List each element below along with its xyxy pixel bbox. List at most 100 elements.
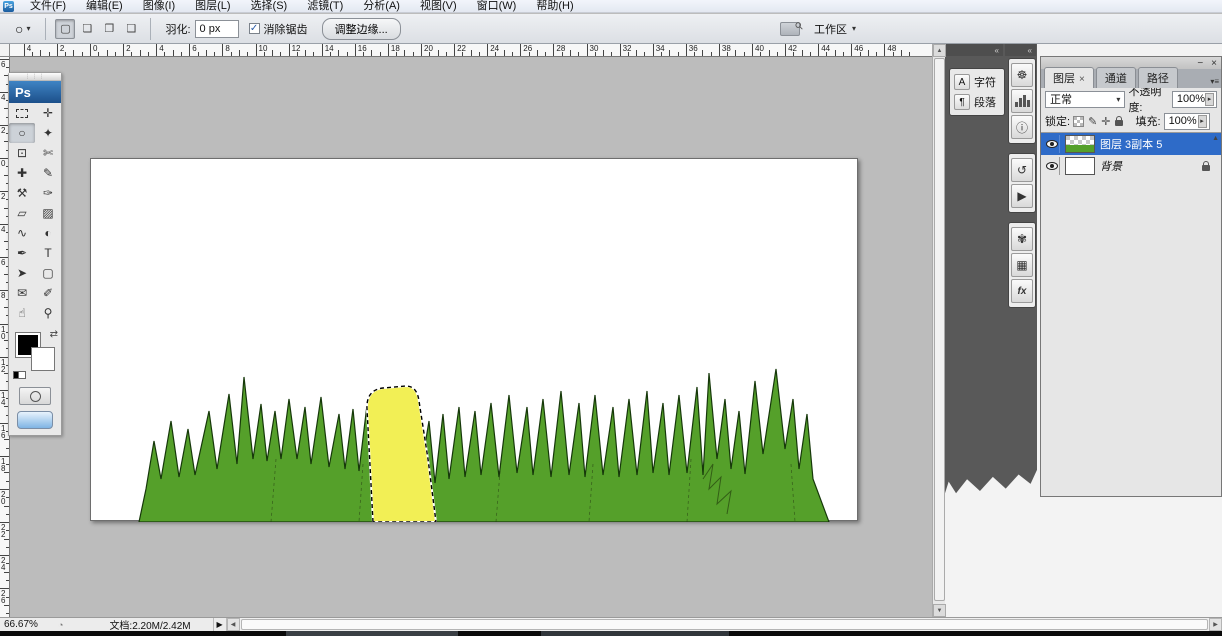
slice-tool[interactable]: ✄ bbox=[35, 143, 61, 163]
shape-tool[interactable]: ▢ bbox=[35, 263, 61, 283]
vertical-scrollbar[interactable]: ▲ ▼ bbox=[932, 44, 945, 617]
lasso-tool[interactable]: ○ bbox=[9, 123, 35, 143]
paragraph-panel-button[interactable]: ¶ 段落 bbox=[952, 92, 1002, 112]
zoom-tool[interactable]: ⚲ bbox=[35, 303, 61, 323]
scroll-up-icon[interactable]: ▲ bbox=[1212, 135, 1219, 142]
healing-brush-tool[interactable]: ✚ bbox=[9, 163, 35, 183]
background-color-swatch[interactable] bbox=[31, 347, 55, 371]
scroll-up-arrow[interactable]: ▲ bbox=[933, 44, 946, 57]
chevron-down-icon: ▾ bbox=[852, 24, 856, 33]
toolbox-grip[interactable]: ⋮⋮⋮ bbox=[9, 73, 61, 81]
history-panel-icon[interactable]: ↺ bbox=[1011, 158, 1033, 182]
scroll-down-arrow[interactable]: ▼ bbox=[933, 604, 946, 617]
tab-路径[interactable]: 路径 bbox=[1138, 67, 1178, 88]
yellow-selection-shape[interactable] bbox=[367, 386, 436, 522]
default-colors-icon[interactable] bbox=[13, 371, 26, 381]
add-to-selection-button[interactable]: ❏ bbox=[77, 19, 97, 39]
menu-帮助H[interactable]: 帮助(H) bbox=[526, 0, 583, 13]
horizontal-scrollbar[interactable]: ◀ ▶ bbox=[227, 618, 1222, 632]
lock-transparency-icon[interactable] bbox=[1073, 116, 1084, 127]
canvas-pasteboard[interactable] bbox=[10, 57, 932, 617]
dock-header[interactable]: « bbox=[1005, 44, 1036, 56]
histogram-panel-icon[interactable] bbox=[1011, 89, 1033, 113]
tab-图层[interactable]: 图层× bbox=[1044, 67, 1094, 88]
styles-panel-icon[interactable]: fx bbox=[1011, 279, 1033, 303]
tab-通道[interactable]: 通道 bbox=[1096, 67, 1136, 88]
panel-menu-icon[interactable]: ▾≡ bbox=[1210, 77, 1219, 86]
scroll-right-arrow[interactable]: ▶ bbox=[1209, 618, 1222, 631]
eraser-tool[interactable]: ▱ bbox=[9, 203, 35, 223]
layer-thumbnail[interactable] bbox=[1065, 135, 1095, 153]
horizontal-scroll-thumb[interactable] bbox=[241, 619, 1208, 630]
crop-tool[interactable]: ⊡ bbox=[9, 143, 35, 163]
screen-mode-button[interactable] bbox=[17, 411, 53, 429]
workspace-button[interactable]: 工作区 ▾ bbox=[808, 19, 862, 39]
bridge-launch-icon[interactable] bbox=[780, 22, 800, 36]
brush-tool[interactable]: ✎ bbox=[35, 163, 61, 183]
layer-thumbnail[interactable] bbox=[1065, 157, 1095, 175]
slider-arrow-icon[interactable]: ▸ bbox=[1205, 93, 1214, 106]
navigator-panel-icon[interactable]: ☸ bbox=[1011, 63, 1033, 87]
swatches-panel-icon[interactable]: ▦ bbox=[1011, 253, 1033, 277]
zoom-level-field[interactable]: 66.67% bbox=[0, 619, 52, 630]
path-selection-tool[interactable]: ➤ bbox=[9, 263, 35, 283]
menu-编辑E[interactable]: 编辑(E) bbox=[76, 0, 133, 13]
layer-visibility-toggle[interactable] bbox=[1044, 135, 1060, 153]
menu-视图V[interactable]: 视图(V) bbox=[410, 0, 467, 13]
menu-窗口W[interactable]: 窗口(W) bbox=[467, 0, 527, 13]
antialias-checkbox[interactable]: ✓ bbox=[249, 23, 260, 34]
document-canvas[interactable] bbox=[90, 158, 858, 521]
swap-colors-icon[interactable]: ⇄ bbox=[50, 329, 58, 340]
gradient-tool[interactable]: ▨ bbox=[35, 203, 61, 223]
smudge-tool[interactable]: ∿ bbox=[9, 223, 35, 243]
feather-input[interactable]: 0 px bbox=[195, 20, 239, 38]
fill-field[interactable]: 100% ▸ bbox=[1164, 113, 1210, 130]
info-panel-icon[interactable]: ⓘ bbox=[1011, 115, 1033, 139]
lock-position-icon[interactable]: ✛ bbox=[1101, 115, 1110, 128]
status-popup-arrow[interactable]: ▶ bbox=[213, 618, 227, 632]
menu-文件F[interactable]: 文件(F) bbox=[20, 0, 76, 13]
dodge-tool[interactable]: ◐ bbox=[35, 223, 61, 243]
pen-tool[interactable]: ✒ bbox=[9, 243, 35, 263]
color-panel-icon[interactable]: ✾ bbox=[1011, 227, 1033, 251]
slider-arrow-icon[interactable]: ▸ bbox=[1198, 115, 1207, 128]
lock-all-icon[interactable] bbox=[1115, 120, 1123, 126]
taskbar-button[interactable] bbox=[541, 631, 729, 636]
scroll-left-arrow[interactable]: ◀ bbox=[227, 618, 240, 631]
menu-分析A[interactable]: 分析(A) bbox=[353, 0, 410, 13]
history-brush-tool[interactable]: ✑ bbox=[35, 183, 61, 203]
opacity-field[interactable]: 100% ▸ bbox=[1172, 91, 1217, 108]
close-panel-icon[interactable]: × bbox=[1211, 58, 1217, 69]
tab-close-icon[interactable]: × bbox=[1079, 74, 1085, 85]
character-panel-button[interactable]: A 字符 bbox=[952, 72, 1002, 92]
move-tool[interactable]: ✛ bbox=[35, 103, 61, 123]
blend-mode-select[interactable]: 正常 ▾ bbox=[1045, 91, 1125, 108]
taskbar-button[interactable] bbox=[286, 631, 458, 636]
menu-图层L[interactable]: 图层(L) bbox=[185, 0, 240, 13]
dock-header[interactable]: « bbox=[945, 44, 1003, 56]
rectangular-marquee-tool[interactable] bbox=[9, 103, 35, 123]
tool-preset-picker[interactable]: ○ ▾ bbox=[8, 19, 37, 39]
layer-visibility-toggle[interactable] bbox=[1044, 157, 1060, 175]
minimize-panel-icon[interactable]: − bbox=[1197, 58, 1203, 69]
new-selection-button[interactable]: ▢ bbox=[55, 19, 75, 39]
clone-stamp-tool[interactable]: ⚒ bbox=[9, 183, 35, 203]
menu-选择S[interactable]: 选择(S) bbox=[241, 0, 298, 13]
type-tool[interactable]: T bbox=[35, 243, 61, 263]
tool-options-bar: ○ ▾ ▢❏❐❑ 羽化: 0 px ✓ 消除锯齿 调整边缘... 工作区 ▾ bbox=[0, 14, 1222, 44]
layer-row[interactable]: 图层 3副本 5▲ bbox=[1041, 133, 1221, 155]
menu-滤镜T[interactable]: 滤镜(T) bbox=[297, 0, 353, 13]
layer-row[interactable]: 背景 bbox=[1041, 155, 1221, 177]
eyedropper-tool[interactable]: ✐ bbox=[35, 283, 61, 303]
actions-panel-icon[interactable]: ▶ bbox=[1011, 184, 1033, 208]
vertical-scroll-thumb[interactable] bbox=[934, 58, 945, 601]
hand-tool[interactable]: ☝ bbox=[9, 303, 35, 323]
menu-图像I[interactable]: 图像(I) bbox=[133, 0, 185, 13]
quick-selection-tool[interactable]: ✦ bbox=[35, 123, 61, 143]
lock-paint-icon[interactable]: ✎ bbox=[1088, 115, 1097, 128]
notes-tool[interactable]: ✉ bbox=[9, 283, 35, 303]
intersect-selection-button[interactable]: ❑ bbox=[121, 19, 141, 39]
refine-edge-button[interactable]: 调整边缘... bbox=[322, 18, 401, 40]
quick-mask-button[interactable] bbox=[19, 387, 51, 405]
subtract-from-selection-button[interactable]: ❐ bbox=[99, 19, 119, 39]
